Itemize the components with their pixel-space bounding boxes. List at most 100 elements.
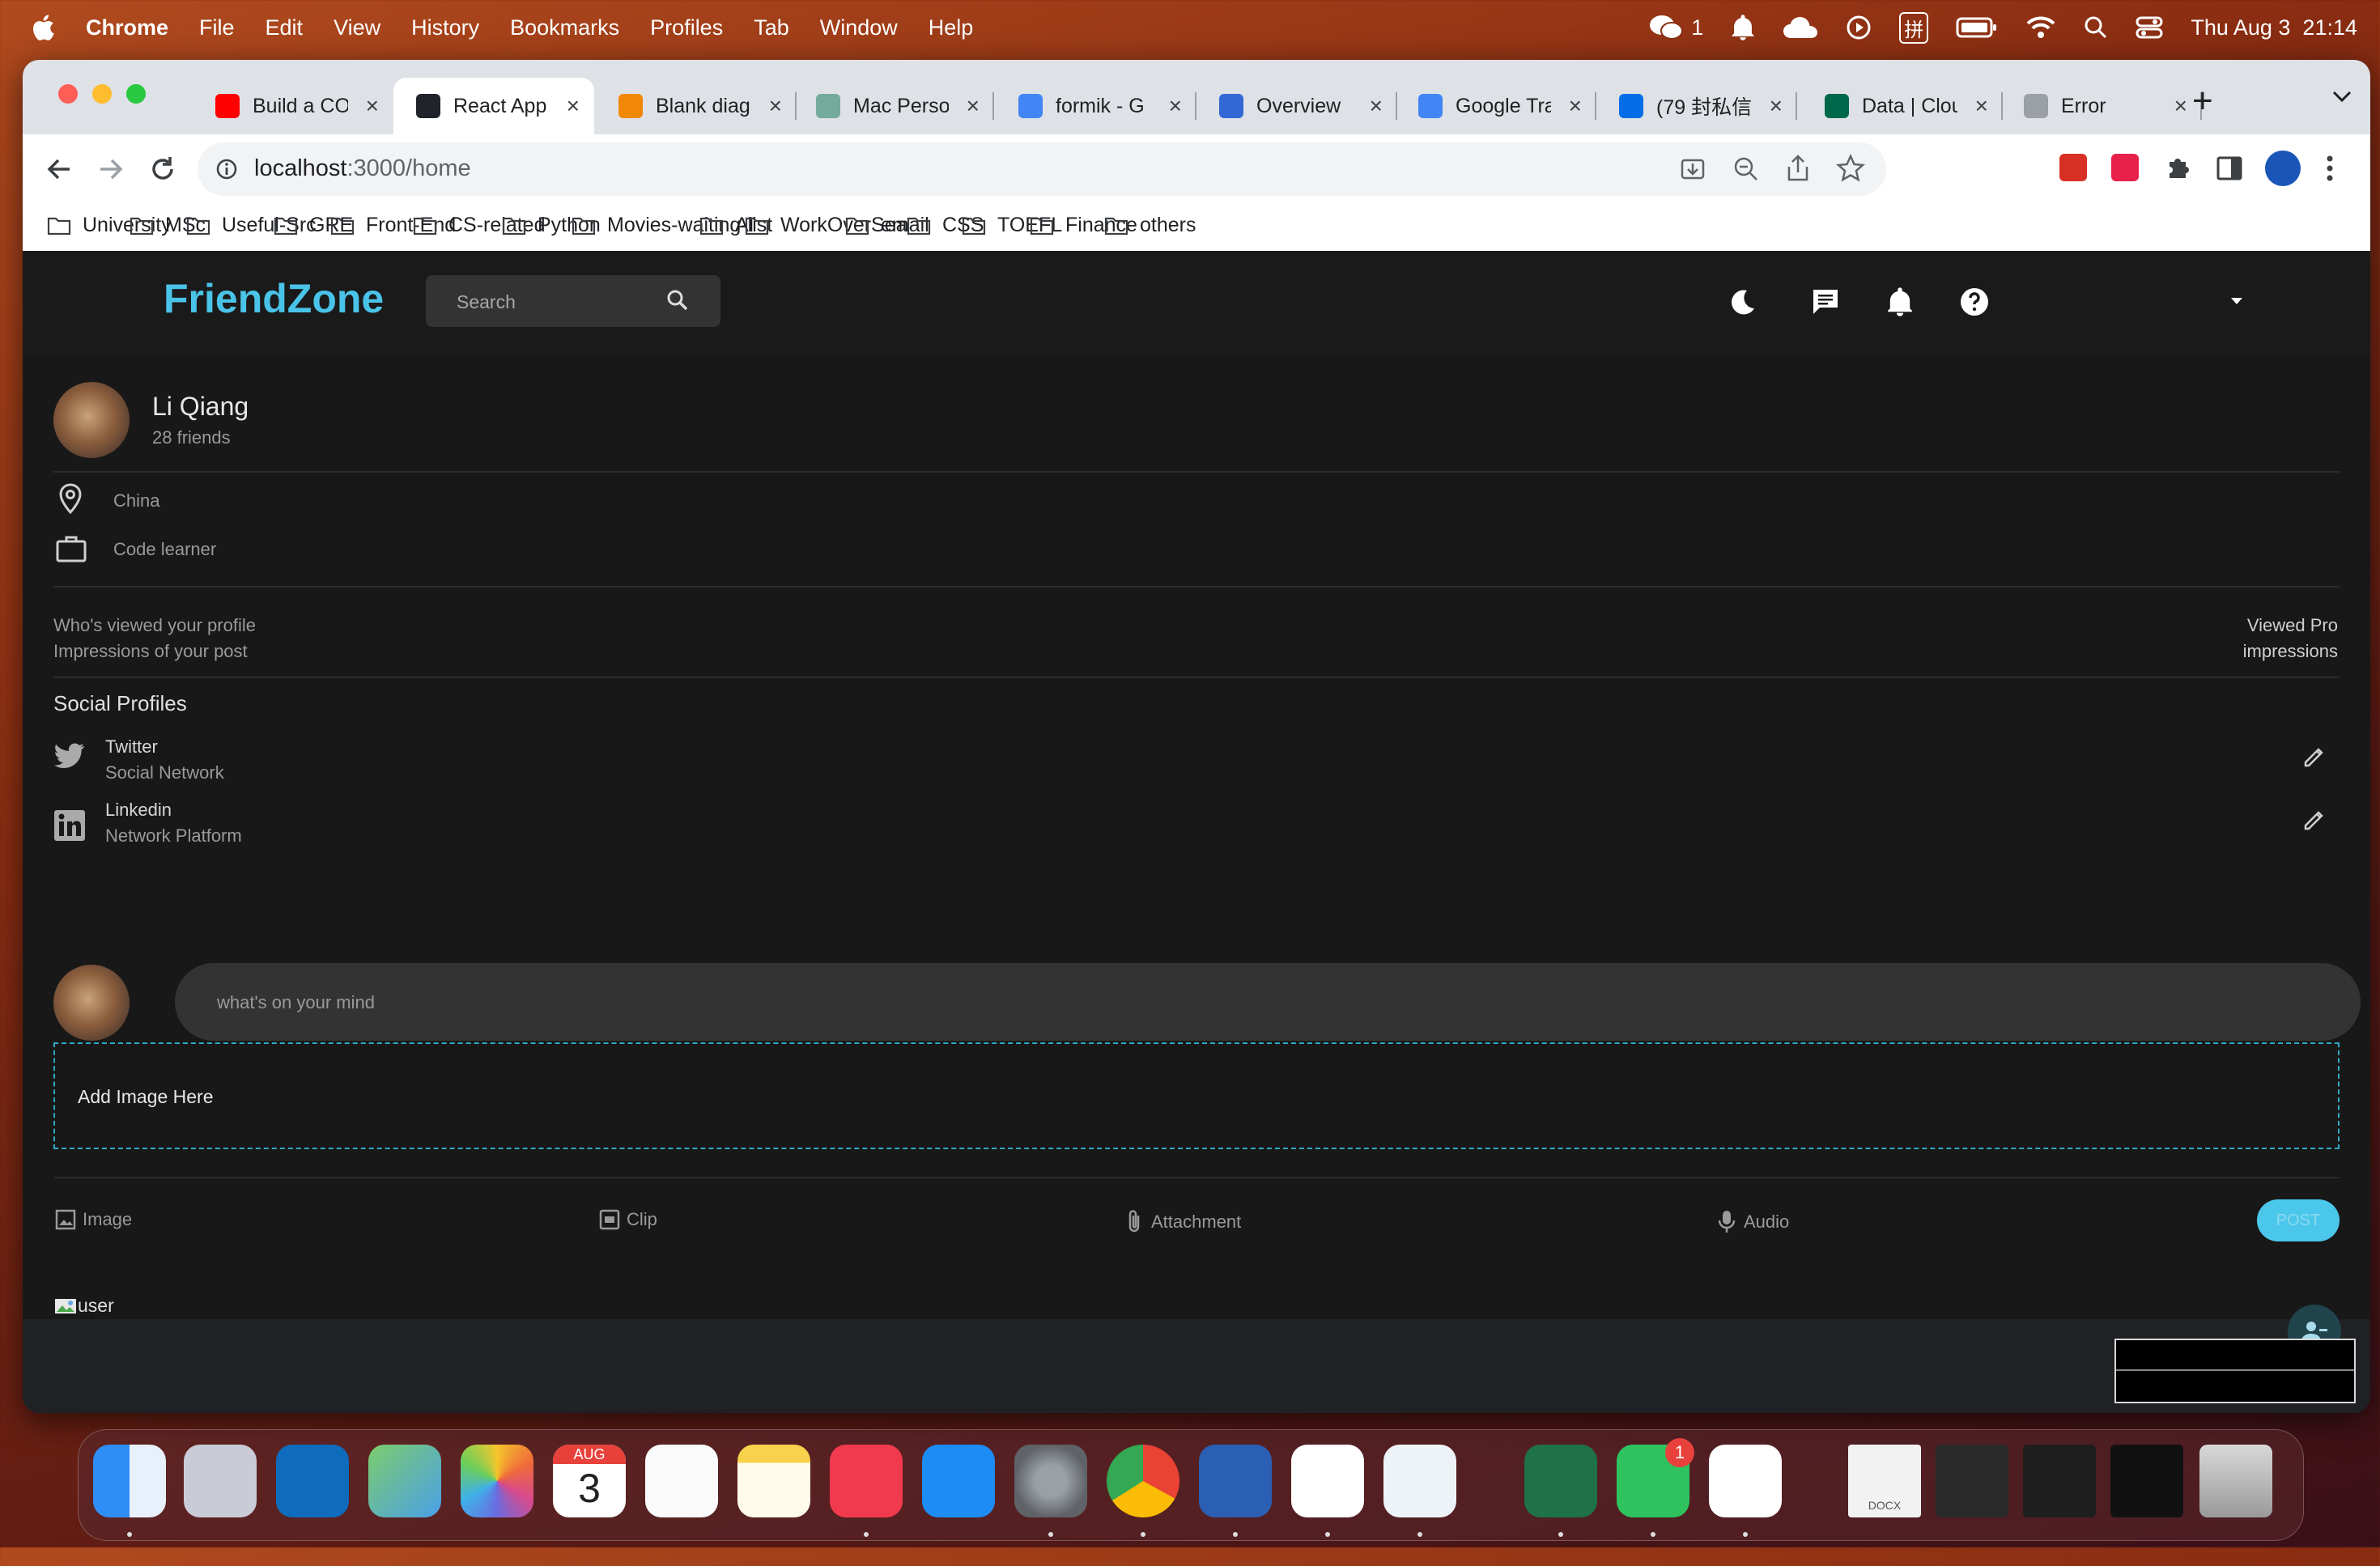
tab-close-icon[interactable]: × bbox=[567, 93, 580, 119]
side-panel-icon[interactable] bbox=[2215, 154, 2244, 183]
menu-app-name[interactable]: Chrome bbox=[86, 15, 168, 40]
zoom-window-button[interactable] bbox=[126, 84, 146, 104]
tab-close-icon[interactable]: × bbox=[769, 93, 782, 119]
search-input[interactable] bbox=[455, 290, 652, 314]
browser-tab[interactable]: (79 封私信 × bbox=[1596, 78, 1797, 134]
notes-icon[interactable] bbox=[737, 1445, 810, 1517]
edit-twitter-pencil-icon[interactable] bbox=[2302, 745, 2327, 769]
install-app-icon[interactable] bbox=[1679, 155, 1706, 183]
new-tab-button[interactable]: + bbox=[2192, 81, 2213, 121]
profile-avatar-image[interactable] bbox=[53, 382, 130, 458]
excel-icon[interactable] bbox=[1524, 1445, 1597, 1517]
wifi-icon[interactable] bbox=[2025, 15, 2056, 40]
site-info-icon[interactable] bbox=[215, 158, 238, 180]
reminders-icon[interactable] bbox=[645, 1445, 718, 1517]
help-question-icon[interactable] bbox=[1959, 286, 1990, 317]
address-bar[interactable]: localhost:3000/home bbox=[198, 142, 1886, 196]
play-circle-icon[interactable] bbox=[1846, 15, 1872, 40]
calendar-icon[interactable]: AUG 3 bbox=[553, 1445, 626, 1517]
reload-icon[interactable] bbox=[147, 154, 178, 185]
browser-tab[interactable]: Overview × bbox=[1196, 78, 1397, 134]
cloud-icon[interactable] bbox=[1783, 15, 1818, 40]
browser-tab[interactable]: Error × bbox=[2001, 78, 2202, 134]
browser-tab[interactable]: Mac Perso × bbox=[793, 78, 994, 134]
tab-close-icon[interactable]: × bbox=[1169, 93, 1182, 119]
music-icon[interactable] bbox=[830, 1445, 903, 1517]
browser-tab[interactable]: Google Tra × bbox=[1396, 78, 1596, 134]
chrome-menu-icon[interactable] bbox=[2325, 154, 2335, 183]
share-icon[interactable] bbox=[1784, 154, 1812, 183]
app-logo[interactable]: FriendZone bbox=[164, 275, 384, 322]
tab-close-icon[interactable]: × bbox=[1370, 93, 1383, 119]
zoom-icon[interactable] bbox=[1732, 155, 1760, 183]
menu-edit[interactable]: Edit bbox=[266, 15, 304, 40]
recent-window-thumbnail-1[interactable] bbox=[1936, 1445, 2008, 1517]
tab-close-icon[interactable]: × bbox=[2174, 93, 2187, 119]
battery-icon[interactable] bbox=[1956, 16, 1998, 39]
browser-tab[interactable]: Data | Clou × bbox=[1802, 78, 2003, 134]
add-image-button[interactable]: Image bbox=[55, 1209, 132, 1230]
tab-close-icon[interactable]: × bbox=[366, 93, 379, 119]
system-settings-icon[interactable] bbox=[1014, 1445, 1087, 1517]
image-dropzone[interactable]: Add Image Here bbox=[53, 1042, 2340, 1149]
wechat-status[interactable]: 1 bbox=[1649, 14, 1703, 41]
tab-close-icon[interactable]: × bbox=[1770, 93, 1783, 119]
maps-icon[interactable] bbox=[368, 1445, 441, 1517]
input-method-indicator[interactable]: 拼 bbox=[1899, 11, 1929, 44]
apple-logo-icon[interactable] bbox=[31, 14, 55, 41]
social-twitter-name[interactable]: Twitter bbox=[105, 736, 158, 758]
menu-view[interactable]: View bbox=[334, 15, 380, 40]
browser-tab[interactable]: Blank diag × bbox=[596, 78, 797, 134]
edit-linkedin-pencil-icon[interactable] bbox=[2302, 808, 2327, 832]
menu-profiles[interactable]: Profiles bbox=[650, 15, 723, 40]
drawio-app-icon[interactable] bbox=[1383, 1445, 1456, 1517]
add-clip-button[interactable]: Clip bbox=[599, 1209, 657, 1230]
spotlight-search-icon[interactable] bbox=[2084, 15, 2108, 40]
control-center-icon[interactable] bbox=[2136, 15, 2163, 40]
add-attachment-button[interactable]: Attachment bbox=[1124, 1209, 1241, 1235]
finder-icon[interactable] bbox=[93, 1445, 166, 1517]
back-arrow-icon[interactable] bbox=[44, 154, 74, 185]
vscode-icon[interactable] bbox=[1291, 1445, 1364, 1517]
messages-icon[interactable] bbox=[1810, 286, 1841, 317]
forward-arrow-icon[interactable] bbox=[96, 154, 126, 185]
menu-history[interactable]: History bbox=[411, 15, 479, 40]
extension-1-icon[interactable] bbox=[2059, 154, 2087, 181]
menu-window[interactable]: Window bbox=[820, 15, 898, 40]
search-icon[interactable] bbox=[665, 288, 690, 312]
menu-bookmarks[interactable]: Bookmarks bbox=[510, 15, 619, 40]
minimize-window-button[interactable] bbox=[92, 84, 112, 104]
notification-bell-icon[interactable] bbox=[1731, 14, 1755, 41]
browser-tab[interactable]: Build a CO × bbox=[193, 78, 393, 134]
browser-tab[interactable]: React App × bbox=[393, 78, 594, 134]
user-menu-dropdown-icon[interactable] bbox=[2229, 296, 2244, 306]
add-audio-button[interactable]: Audio bbox=[1716, 1209, 1789, 1235]
browser-tab[interactable]: formik - G × bbox=[996, 78, 1196, 134]
post-input[interactable] bbox=[215, 987, 2242, 1018]
close-window-button[interactable] bbox=[58, 84, 78, 104]
recent-window-thumbnail-2[interactable] bbox=[2023, 1445, 2096, 1517]
menu-tab[interactable]: Tab bbox=[754, 15, 789, 40]
dark-mode-moon-icon[interactable] bbox=[1728, 286, 1758, 317]
extensions-puzzle-icon[interactable] bbox=[2163, 154, 2192, 183]
photos-icon[interactable] bbox=[461, 1445, 533, 1517]
tab-close-icon[interactable]: × bbox=[1975, 93, 1988, 119]
chrome-icon[interactable] bbox=[1107, 1445, 1179, 1517]
notifications-bell-icon[interactable] bbox=[1885, 286, 1915, 317]
outlook-icon[interactable] bbox=[276, 1445, 349, 1517]
profile-name[interactable]: Li Qiang bbox=[152, 392, 249, 422]
recent-window-thumbnail-3[interactable] bbox=[2110, 1445, 2183, 1517]
profile-avatar[interactable] bbox=[2265, 151, 2301, 186]
docx-file-icon[interactable]: DOCX bbox=[1848, 1445, 1921, 1517]
app-store-icon[interactable] bbox=[922, 1445, 995, 1517]
trash-icon[interactable] bbox=[2199, 1445, 2272, 1517]
tab-close-icon[interactable]: × bbox=[967, 93, 980, 119]
tab-search-chevron-icon[interactable] bbox=[2331, 89, 2352, 104]
clock[interactable]: Thu Aug 3 21:14 bbox=[2191, 15, 2357, 40]
extension-2-icon[interactable] bbox=[2111, 154, 2139, 181]
bookmark-folder[interactable]: others bbox=[1104, 214, 1196, 237]
tab-close-icon[interactable]: × bbox=[1569, 93, 1582, 119]
word-icon[interactable] bbox=[1199, 1445, 1272, 1517]
qq-icon[interactable] bbox=[1709, 1445, 1782, 1517]
bookmark-star-icon[interactable] bbox=[1836, 154, 1865, 183]
